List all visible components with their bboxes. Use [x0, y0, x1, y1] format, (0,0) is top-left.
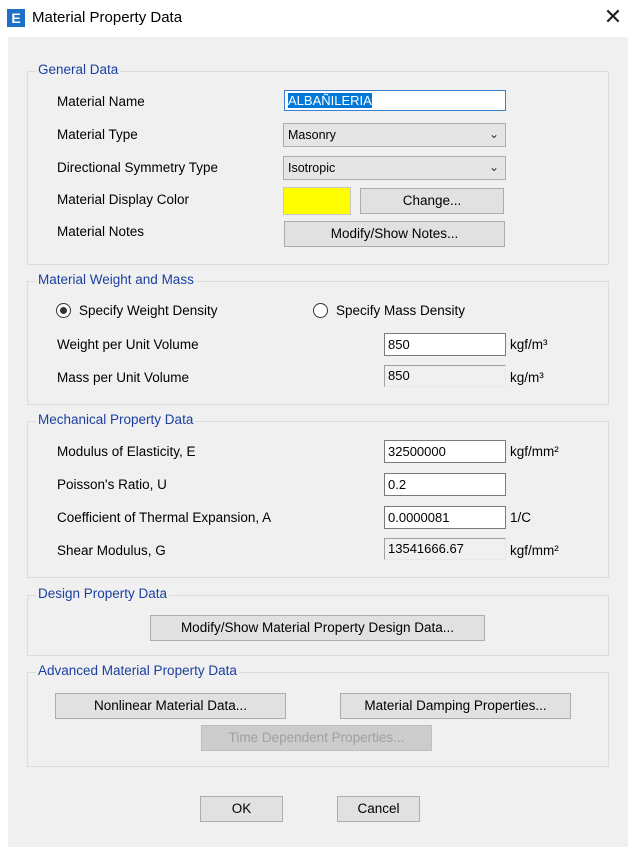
modify-design-data-button[interactable]: Modify/Show Material Property Design Dat… [150, 615, 485, 641]
material-name-value: ALBAÑILERIA [288, 93, 372, 108]
advanced-property-group: Advanced Material Property Data Nonlinea… [27, 663, 609, 767]
chevron-down-icon: ⌄ [488, 160, 499, 174]
material-notes-label: Material Notes [57, 224, 145, 239]
poisson-ratio-label: Poisson's Ratio, U [57, 477, 167, 492]
elasticity-input[interactable] [384, 440, 506, 463]
shear-modulus-unit: kgf/mm² [510, 543, 559, 558]
general-data-group: General Data Material Name ALBAÑILERIA M… [27, 62, 609, 265]
weight-mass-title: Material Weight and Mass [36, 272, 196, 287]
time-dependent-button: Time Dependent Properties... [201, 725, 432, 751]
advanced-property-title: Advanced Material Property Data [36, 663, 239, 678]
thermal-expansion-label: Coefficient of Thermal Expansion, A [57, 510, 272, 525]
general-data-title: General Data [36, 62, 121, 77]
mass-per-volume-label: Mass per Unit Volume [57, 370, 190, 385]
shear-modulus-field: 13541666.67 [384, 538, 506, 560]
chevron-down-icon: ⌄ [488, 127, 499, 141]
symmetry-type-label: Directional Symmetry Type [57, 160, 219, 175]
material-type-label: Material Type [57, 127, 138, 142]
material-name-input[interactable]: ALBAÑILERIA [284, 90, 506, 111]
weight-density-radio[interactable] [56, 303, 71, 318]
material-type-select[interactable]: Masonry ⌄ [283, 123, 506, 147]
material-type-value: Masonry [288, 128, 336, 142]
thermal-expansion-input[interactable] [384, 506, 506, 529]
mechanical-property-title: Mechanical Property Data [36, 412, 196, 427]
close-icon[interactable]: ✕ [600, 4, 626, 30]
weight-unit: kgf/m³ [510, 337, 548, 352]
weight-mass-group: Material Weight and Mass Specify Weight … [27, 272, 609, 405]
mechanical-property-group: Mechanical Property Data Modulus of Elas… [27, 412, 609, 578]
mass-density-radio[interactable] [313, 303, 328, 318]
material-name-label: Material Name [57, 94, 145, 109]
elasticity-label: Modulus of Elasticity, E [57, 444, 196, 459]
cancel-button[interactable]: Cancel [337, 796, 420, 822]
poisson-ratio-input[interactable] [384, 473, 506, 496]
symmetry-type-select[interactable]: Isotropic ⌄ [283, 156, 506, 180]
weight-per-volume-input[interactable] [384, 333, 506, 356]
weight-per-volume-label: Weight per Unit Volume [57, 337, 199, 352]
design-property-title: Design Property Data [36, 586, 170, 601]
elasticity-unit: kgf/mm² [510, 444, 559, 459]
thermal-expansion-unit: 1/C [510, 510, 532, 525]
shear-modulus-label: Shear Modulus, G [57, 543, 166, 558]
design-property-group: Design Property Data Modify/Show Materia… [27, 586, 609, 656]
etabs-app-icon: E [7, 9, 25, 27]
ok-button[interactable]: OK [200, 796, 283, 822]
display-color-swatch[interactable] [283, 187, 351, 215]
weight-density-option-label[interactable]: Specify Weight Density [79, 303, 218, 318]
damping-properties-button[interactable]: Material Damping Properties... [340, 693, 571, 719]
mass-per-volume-field: 850 [384, 365, 506, 387]
mass-unit: kg/m³ [510, 370, 544, 385]
display-color-label: Material Display Color [57, 192, 190, 207]
window-title: Material Property Data [32, 9, 183, 26]
nonlinear-material-button[interactable]: Nonlinear Material Data... [55, 693, 286, 719]
title-bar: E Material Property Data ✕ [0, 0, 636, 36]
symmetry-type-value: Isotropic [288, 161, 336, 175]
dialog-client: General Data Material Name ALBAÑILERIA M… [8, 37, 628, 847]
change-color-button[interactable]: Change... [360, 188, 504, 214]
modify-notes-button[interactable]: Modify/Show Notes... [284, 221, 505, 247]
mass-density-option-label[interactable]: Specify Mass Density [336, 303, 465, 318]
